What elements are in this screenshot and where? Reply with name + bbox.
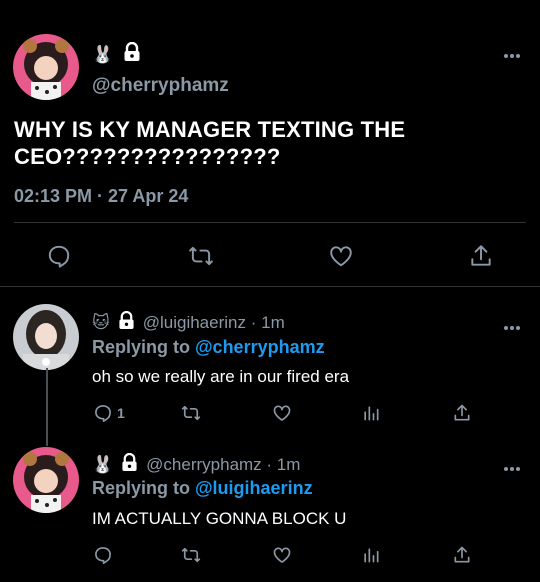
main-tweet-handle[interactable]: @cherryphamz xyxy=(92,75,229,97)
reply-1-age: 1m xyxy=(261,313,285,332)
retweet-icon xyxy=(189,246,213,266)
like-icon xyxy=(273,547,291,563)
avatar-cherryphamz[interactable] xyxy=(13,34,79,100)
cat-emoji: 🐱 xyxy=(92,313,110,332)
thread-connector xyxy=(46,368,48,446)
retweet-button[interactable] xyxy=(187,243,215,269)
replying-to-link[interactable]: @cherryphamz xyxy=(195,337,325,357)
reply-1-header: 🐱 @luigihaerinz · 1m xyxy=(92,310,285,335)
divider xyxy=(14,222,526,223)
main-tweet-badges: 🐰 xyxy=(92,41,141,67)
lock-icon xyxy=(121,452,138,477)
like-icon xyxy=(273,405,291,421)
more-icon[interactable] xyxy=(503,459,521,477)
like-button[interactable] xyxy=(272,403,292,423)
avatar-image xyxy=(13,447,79,513)
avatar-luigihaerinz[interactable] xyxy=(13,304,79,370)
reply-count: 1 xyxy=(117,405,125,421)
tweet-date: 27 Apr 24 xyxy=(108,186,189,206)
section-divider xyxy=(0,286,540,287)
separator: · xyxy=(92,186,109,206)
like-button[interactable] xyxy=(272,545,292,565)
lock-icon xyxy=(123,41,141,67)
reply-2-text: IM ACTUALLY GONNA BLOCK U xyxy=(92,509,347,528)
share-icon xyxy=(471,245,491,266)
comment-icon xyxy=(48,245,70,268)
avatar-image xyxy=(13,304,79,370)
retweet-button[interactable] xyxy=(180,403,202,423)
like-icon xyxy=(330,246,352,267)
separator: · xyxy=(246,313,262,332)
reply-2-header: 🐰 @cherryphamz · 1m xyxy=(92,452,300,477)
tweet-time: 02:13 PM xyxy=(14,186,93,206)
main-tweet-timestamp[interactable]: 02:13 PM · 27 Apr 24 xyxy=(14,186,188,207)
avatar-cherryphamz[interactable] xyxy=(13,447,79,513)
retweet-icon xyxy=(181,547,201,563)
share-icon xyxy=(454,546,470,563)
reply-2-handle: @cherryphamz xyxy=(146,455,262,474)
comment-icon xyxy=(95,405,111,422)
share-button[interactable] xyxy=(452,545,472,565)
bunny-emoji: 🐰 xyxy=(92,455,114,474)
avatar-image xyxy=(13,34,79,100)
reply-2-replying-to: Replying to @luigihaerinz xyxy=(92,478,313,499)
analytics-icon xyxy=(364,406,379,421)
like-button[interactable] xyxy=(328,243,354,269)
share-button[interactable] xyxy=(468,243,494,269)
replying-to-link[interactable]: @luigihaerinz xyxy=(195,478,313,498)
analytics-icon xyxy=(364,548,379,563)
reply-button[interactable] xyxy=(93,545,113,565)
reply-1-text: oh so we really are in our fired era xyxy=(92,367,350,386)
lock-icon xyxy=(118,310,135,335)
comment-icon xyxy=(95,547,111,564)
retweet-icon xyxy=(181,405,201,421)
separator: · xyxy=(261,455,277,474)
retweet-button[interactable] xyxy=(180,545,202,565)
reply-2-meta[interactable]: @cherryphamz · 1m xyxy=(146,455,300,475)
replying-prefix: Replying to xyxy=(92,478,195,498)
reply-1-replying-to: Replying to @cherryphamz xyxy=(92,337,325,358)
bunny-emoji: 🐰 xyxy=(92,44,114,64)
share-button[interactable] xyxy=(452,403,472,423)
main-tweet-text: WHY IS KY MANAGER TEXTING THE CEO???????… xyxy=(14,117,406,169)
analytics-button[interactable] xyxy=(361,403,381,423)
share-icon xyxy=(454,404,470,421)
reply-button[interactable] xyxy=(46,243,72,269)
reply-1-meta[interactable]: @luigihaerinz · 1m xyxy=(143,313,285,333)
reply-1-handle: @luigihaerinz xyxy=(142,313,246,332)
replying-prefix: Replying to xyxy=(92,337,195,357)
more-icon[interactable] xyxy=(503,46,521,64)
reply-2-age: 1m xyxy=(276,455,301,474)
reply-button[interactable]: 1 xyxy=(93,403,125,423)
more-icon[interactable] xyxy=(503,318,521,336)
analytics-button[interactable] xyxy=(361,545,381,565)
